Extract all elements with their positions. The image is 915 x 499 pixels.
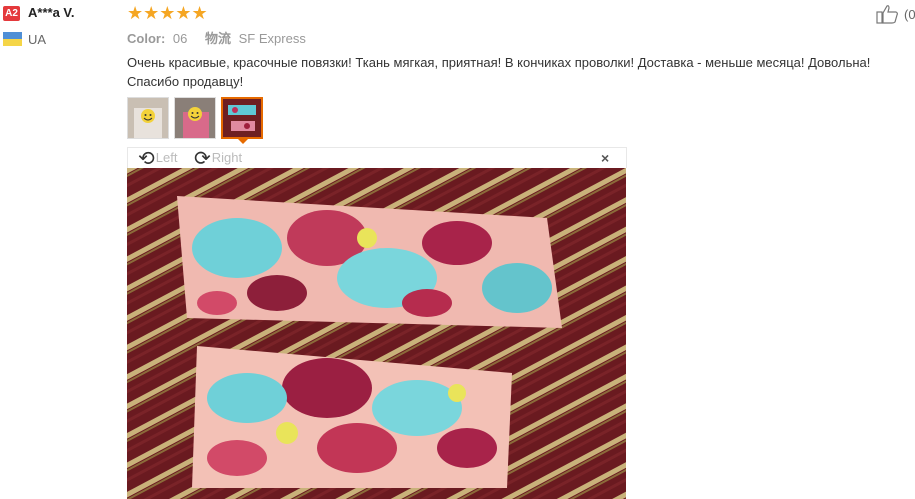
helpful-button[interactable]	[876, 4, 900, 29]
ukraine-flag-icon	[3, 32, 22, 46]
reviewer-name: A***a V.	[28, 5, 75, 20]
buyer-level-badge: A2	[3, 6, 20, 21]
thumbs-up-icon	[876, 5, 898, 24]
rotate-left-label: Left	[155, 150, 178, 165]
color-value: 06	[172, 31, 188, 46]
logistics-label: 物流	[205, 31, 232, 46]
review-photo-large	[127, 168, 626, 499]
logistics-value: SF Express	[238, 31, 306, 46]
review-photo-thumbnail-2[interactable]	[174, 97, 216, 139]
rotate-right-label: Right	[211, 150, 243, 165]
active-thumbnail-pointer	[237, 138, 249, 144]
review-photo-thumbnail-1[interactable]	[127, 97, 169, 139]
star-rating: ★★★★★	[127, 3, 208, 23]
review-photo-thumbnail-3[interactable]	[221, 97, 263, 139]
reviewer-country: UA	[28, 32, 47, 47]
order-info: Color: 06 物流 SF Express	[127, 28, 306, 47]
rotate-left-icon: ⟲	[138, 148, 155, 170]
helpful-count: (0	[904, 7, 915, 22]
color-label: Color:	[127, 31, 166, 46]
review-text: Очень красивые, красочные повязки! Ткань…	[127, 55, 871, 89]
close-viewer-button[interactable]: ×	[601, 150, 609, 166]
rotate-right-icon: ⟳	[194, 148, 211, 170]
